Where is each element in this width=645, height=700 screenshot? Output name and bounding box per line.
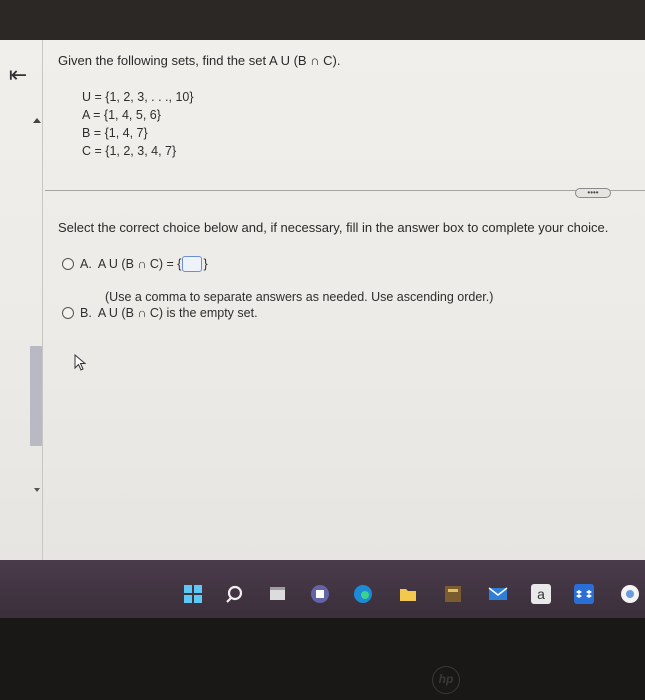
teams-icon[interactable]: [310, 584, 330, 604]
svg-text:a: a: [537, 586, 545, 602]
dropbox-icon[interactable]: [574, 584, 594, 604]
edge-icon[interactable]: [353, 584, 373, 604]
search-icon[interactable]: [226, 584, 246, 604]
app-a-icon[interactable]: a: [531, 584, 551, 604]
sidebar-divider: [42, 40, 43, 560]
option-a-letter: A.: [80, 257, 92, 271]
laptop-bezel: [0, 618, 645, 700]
scroll-up-icon[interactable]: [33, 118, 41, 123]
app-window: ⇤ Given the following sets, find the set…: [0, 40, 645, 560]
option-a-hint: (Use a comma to separate answers as need…: [105, 290, 494, 304]
mail-icon[interactable]: [488, 584, 508, 604]
scroll-down-icon[interactable]: [34, 488, 40, 492]
option-a-expression: A U (B ∩ C) = {: [97, 257, 182, 271]
calculator-icon[interactable]: [443, 584, 463, 604]
mouse-cursor-icon: [74, 354, 87, 371]
section-divider: [45, 190, 645, 191]
option-a[interactable]: A. A U (B ∩ C) = {}: [62, 256, 208, 272]
monitor-top-band: [0, 0, 645, 40]
set-definitions: U = {1, 2, 3, . . ., 10} A = {1, 4, 5, 6…: [82, 88, 194, 160]
folder-icon[interactable]: [398, 584, 418, 604]
chrome-icon[interactable]: [620, 584, 640, 604]
instruction-text: Select the correct choice below and, if …: [58, 220, 609, 235]
set-a: A = {1, 4, 5, 6}: [82, 108, 161, 122]
windows-start-icon[interactable]: [183, 584, 203, 604]
option-a-radio[interactable]: [62, 258, 74, 270]
question-prompt: Given the following sets, find the set A…: [58, 53, 341, 68]
answer-input-box[interactable]: [182, 256, 203, 272]
hp-logo: hp: [432, 666, 460, 694]
option-a-close-brace: }: [203, 257, 208, 271]
option-b-letter: B.: [80, 306, 92, 320]
more-button[interactable]: ••••: [575, 188, 611, 198]
option-b[interactable]: B. A U (B ∩ C) is the empty set.: [62, 306, 258, 320]
set-c: C = {1, 2, 3, 4, 7}: [82, 144, 177, 158]
set-u: U = {1, 2, 3, . . ., 10}: [82, 90, 194, 104]
option-b-radio[interactable]: [62, 307, 74, 319]
option-b-text: A U (B ∩ C) is the empty set.: [97, 306, 258, 320]
scrollbar-thumb[interactable]: [30, 346, 42, 446]
file-explorer-icon[interactable]: [268, 584, 288, 604]
set-b: B = {1, 4, 7}: [82, 126, 148, 140]
back-arrow-icon[interactable]: ⇤: [4, 62, 32, 88]
